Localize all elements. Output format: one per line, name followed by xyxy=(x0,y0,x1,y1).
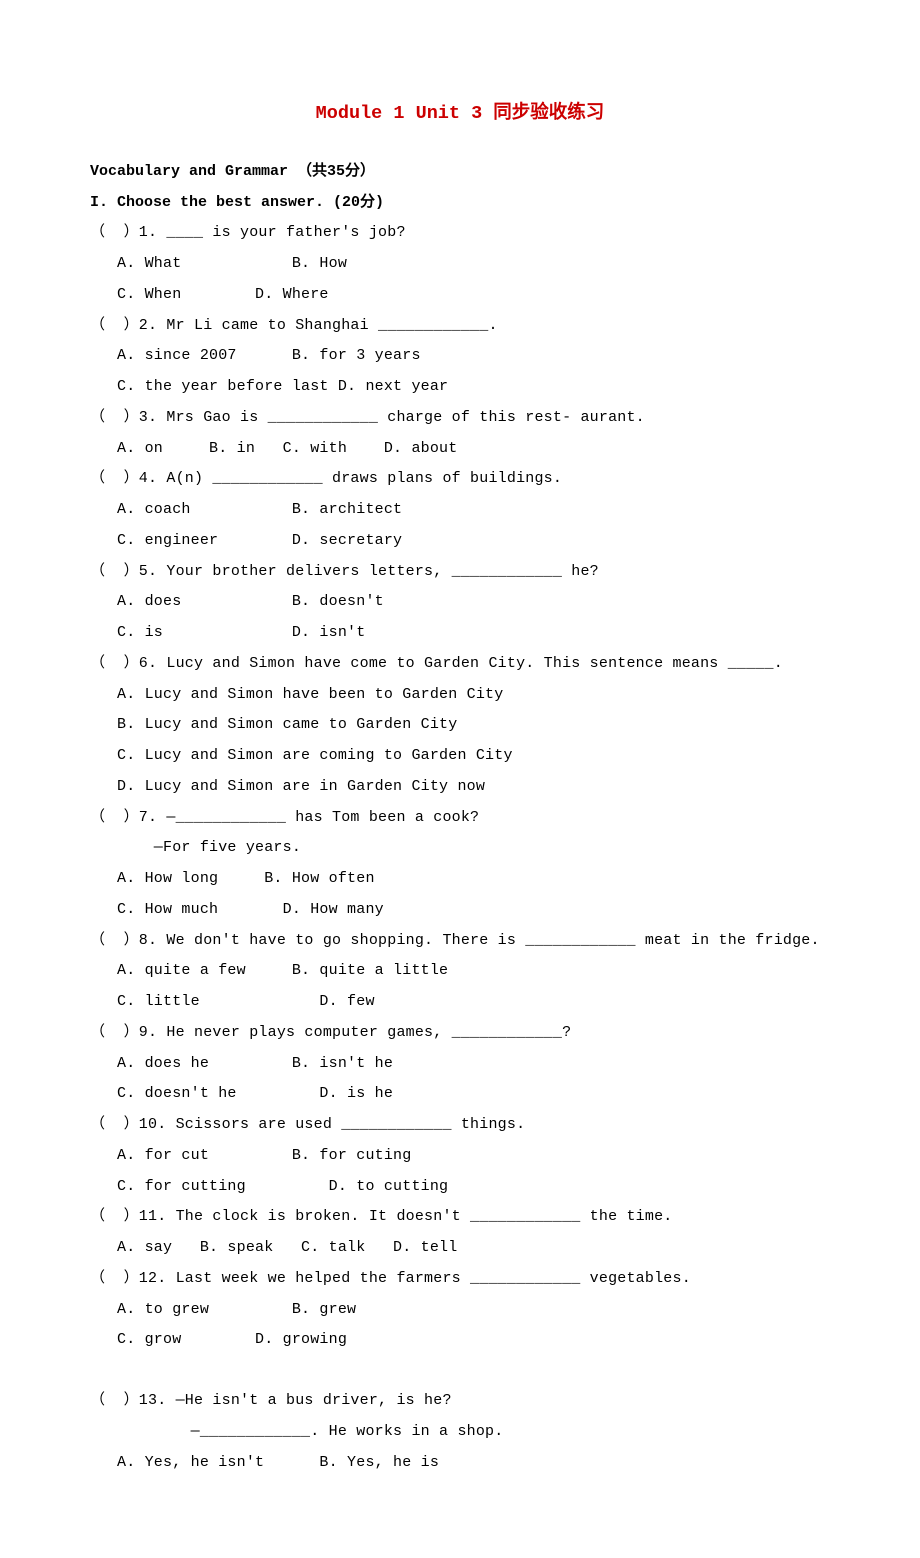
question-option: A. since 2007 B. for 3 years xyxy=(90,341,830,372)
question-option: A. How long B. How often xyxy=(90,864,830,895)
question-option: A. does he B. isn't he xyxy=(90,1049,830,1080)
section-header: Vocabulary and Grammar （共35分） xyxy=(90,157,830,188)
question-stem: （ ）10. Scissors are used ____________ th… xyxy=(90,1110,830,1141)
question-stem: （ ）7. —____________ has Tom been a cook? xyxy=(90,803,830,834)
question-option: C. doesn't he D. is he xyxy=(90,1079,830,1110)
question-option: C. engineer D. secretary xyxy=(90,526,830,557)
question-option: A. say B. speak C. talk D. tell xyxy=(90,1233,830,1264)
question-option: C. grow D. growing xyxy=(90,1325,830,1356)
question-stem: （ ）13. —He isn't a bus driver, is he? xyxy=(90,1386,830,1417)
sub-header: I. Choose the best answer. (20分) xyxy=(90,188,830,219)
question-stem: （ ）2. Mr Li came to Shanghai ___________… xyxy=(90,311,830,342)
question-option: C. How much D. How many xyxy=(90,895,830,926)
question-option: A. Lucy and Simon have been to Garden Ci… xyxy=(90,680,830,711)
question-option: A. quite a few B. quite a little xyxy=(90,956,830,987)
question-option: D. Lucy and Simon are in Garden City now xyxy=(90,772,830,803)
question-stem: （ ）3. Mrs Gao is ____________ charge of … xyxy=(90,403,830,434)
question-option: A. does B. doesn't xyxy=(90,587,830,618)
question-option: A. What B. How xyxy=(90,249,830,280)
question-stem: （ ）12. Last week we helped the farmers _… xyxy=(90,1264,830,1295)
question-stem: （ ）11. The clock is broken. It doesn't _… xyxy=(90,1202,830,1233)
question-stem: （ ）5. Your brother delivers letters, ___… xyxy=(90,557,830,588)
spacing-gap xyxy=(90,1356,830,1386)
question-extra: —For five years. xyxy=(90,833,830,864)
question-option: C. is D. isn't xyxy=(90,618,830,649)
question-stem: （ ）8. We don't have to go shopping. Ther… xyxy=(90,926,830,957)
question-extra: —____________. He works in a shop. xyxy=(90,1417,830,1448)
question-option: C. the year before last D. next year xyxy=(90,372,830,403)
question-stem: （ ）4. A(n) ____________ draws plans of b… xyxy=(90,464,830,495)
question-option: B. Lucy and Simon came to Garden City xyxy=(90,710,830,741)
question-stem: （ ）9. He never plays computer games, ___… xyxy=(90,1018,830,1049)
document-page: Module 1 Unit 3 同步验收练习 Vocabulary and Gr… xyxy=(0,0,920,1558)
question-option: A. coach B. architect xyxy=(90,495,830,526)
question-stem: （ ）6. Lucy and Simon have come to Garden… xyxy=(90,649,830,680)
page-title: Module 1 Unit 3 同步验收练习 xyxy=(90,95,830,133)
question-option: A. on B. in C. with D. about xyxy=(90,434,830,465)
question-option: A. for cut B. for cuting xyxy=(90,1141,830,1172)
question-option: C. When D. Where xyxy=(90,280,830,311)
question-option: A. Yes, he isn't B. Yes, he is xyxy=(90,1448,830,1479)
question-option: C. for cutting D. to cutting xyxy=(90,1172,830,1203)
question-option: A. to grew B. grew xyxy=(90,1295,830,1326)
questions-container: （ ）1. ____ is your father's job?A. What … xyxy=(90,218,830,1478)
question-option: C. little D. few xyxy=(90,987,830,1018)
question-stem: （ ）1. ____ is your father's job? xyxy=(90,218,830,249)
question-option: C. Lucy and Simon are coming to Garden C… xyxy=(90,741,830,772)
